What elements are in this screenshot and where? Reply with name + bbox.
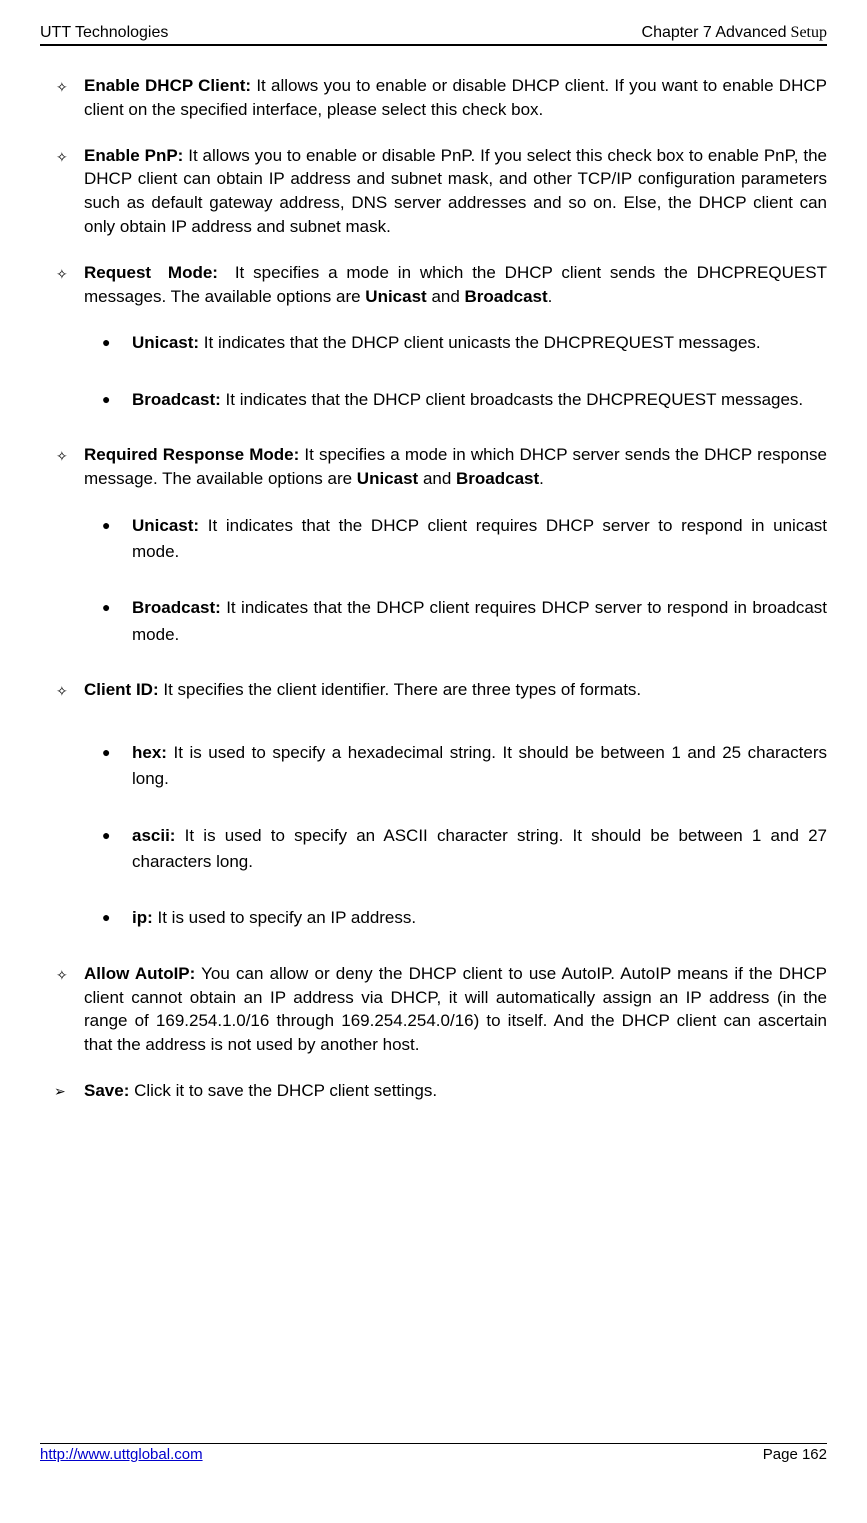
bullet-icon: ● [102,823,132,847]
param-client-id: ✧ Client ID: It specifies the client ide… [56,678,827,704]
option-text: It indicates that the DHCP client broadc… [221,390,803,409]
option-text: It is used to specify an ASCII character… [132,826,827,871]
param-allow-autoip: ✧ Allow AutoIP: You can allow or deny th… [56,962,827,1057]
content-area: ✧ Enable DHCP Client: It allows you to e… [40,74,827,1443]
bullet-icon: ● [102,387,132,411]
option-label: Unicast: [132,333,199,352]
param-label: Enable PnP: [84,146,183,165]
param-label: Request Mode: [84,263,218,282]
header-right: Chapter 7 Advanced Setup [642,24,827,42]
header-chapter: Chapter 7 Advanced [642,24,787,41]
param-enable-dhcp-client: ✧ Enable DHCP Client: It allows you to e… [56,74,827,122]
bullet-icon: ● [102,740,132,764]
option-text: It is used to specify an IP address. [153,908,416,927]
option-body: ip: It is used to specify an IP address. [132,905,827,931]
document-page: UTT Technologies Chapter 7 Advanced Setu… [0,0,867,1523]
option-label: hex: [132,743,167,762]
footer-link[interactable]: http://www.uttglobal.com [40,1446,203,1463]
action-body: Save: Click it to save the DHCP client s… [84,1079,827,1103]
param-label: Enable DHCP Client: [84,76,251,95]
option-broadcast: ● Broadcast: It indicates that the DHCP … [102,387,827,413]
option-broadcast-response: ● Broadcast: It indicates that the DHCP … [102,595,827,648]
option-label: ip: [132,908,153,927]
option-label: Broadcast: [132,390,221,409]
diamond-icon: ✧ [56,74,84,100]
param-request-mode: ✧ Request Mode: It specifies a mode in w… [56,261,827,309]
param-label: Allow AutoIP: [84,964,195,983]
param-text: It specifies the client identifier. Ther… [163,680,641,699]
option-body: Broadcast: It indicates that the DHCP cl… [132,387,827,413]
param-body: Request Mode: It specifies a mode in whi… [84,261,827,309]
action-text: Click it to save the DHCP client setting… [129,1081,437,1100]
action-label: Save: [84,1081,129,1100]
diamond-icon: ✧ [56,261,84,287]
option-text: It indicates that the DHCP client unicas… [199,333,761,352]
param-body: Allow AutoIP: You can allow or deny the … [84,962,827,1057]
param-label: Client ID: [84,680,159,699]
option-label: Unicast: [132,516,199,535]
option-body: hex: It is used to specify a hexadecimal… [132,740,827,793]
page-footer: http://www.uttglobal.com Page 162 [40,1443,827,1463]
page-header: UTT Technologies Chapter 7 Advanced Setu… [40,24,827,44]
option-text: It is used to specify a hexadecimal stri… [132,743,827,788]
param-enable-pnp: ✧ Enable PnP: It allows you to enable or… [56,144,827,239]
bullet-icon: ● [102,595,132,619]
option-label: ascii: [132,826,175,845]
option-text: It indicates that the DHCP client requir… [132,598,827,643]
triangle-icon: ➢ [54,1079,84,1103]
param-body: Enable DHCP Client: It allows you to ena… [84,74,827,122]
option-unicast-response: ● Unicast: It indicates that the DHCP cl… [102,513,827,566]
bullet-icon: ● [102,513,132,537]
param-label: Required Response Mode: [84,445,299,464]
footer-page-number: Page 162 [763,1446,827,1463]
option-text: It indicates that the DHCP client requir… [132,516,827,561]
action-save: ➢ Save: Click it to save the DHCP client… [54,1079,827,1103]
option-hex: ● hex: It is used to specify a hexadecim… [102,740,827,793]
bullet-icon: ● [102,330,132,354]
diamond-icon: ✧ [56,144,84,170]
option-ip: ● ip: It is used to specify an IP addres… [102,905,827,931]
param-body: Enable PnP: It allows you to enable or d… [84,144,827,239]
option-body: ascii: It is used to specify an ASCII ch… [132,823,827,876]
diamond-icon: ✧ [56,962,84,988]
bullet-icon: ● [102,905,132,929]
param-body: Client ID: It specifies the client ident… [84,678,827,702]
header-left: UTT Technologies [40,24,168,42]
option-body: Broadcast: It indicates that the DHCP cl… [132,595,827,648]
param-required-response-mode: ✧ Required Response Mode: It specifies a… [56,443,827,491]
diamond-icon: ✧ [56,443,84,469]
option-label: Broadcast: [132,598,221,617]
header-setup: Setup [787,24,827,41]
option-ascii: ● ascii: It is used to specify an ASCII … [102,823,827,876]
option-body: Unicast: It indicates that the DHCP clie… [132,513,827,566]
diamond-icon: ✧ [56,678,84,704]
option-unicast: ● Unicast: It indicates that the DHCP cl… [102,330,827,356]
param-body: Required Response Mode: It specifies a m… [84,443,827,491]
param-text: It allows you to enable or disable PnP. … [84,146,827,236]
option-body: Unicast: It indicates that the DHCP clie… [132,330,827,356]
header-rule [40,44,827,46]
